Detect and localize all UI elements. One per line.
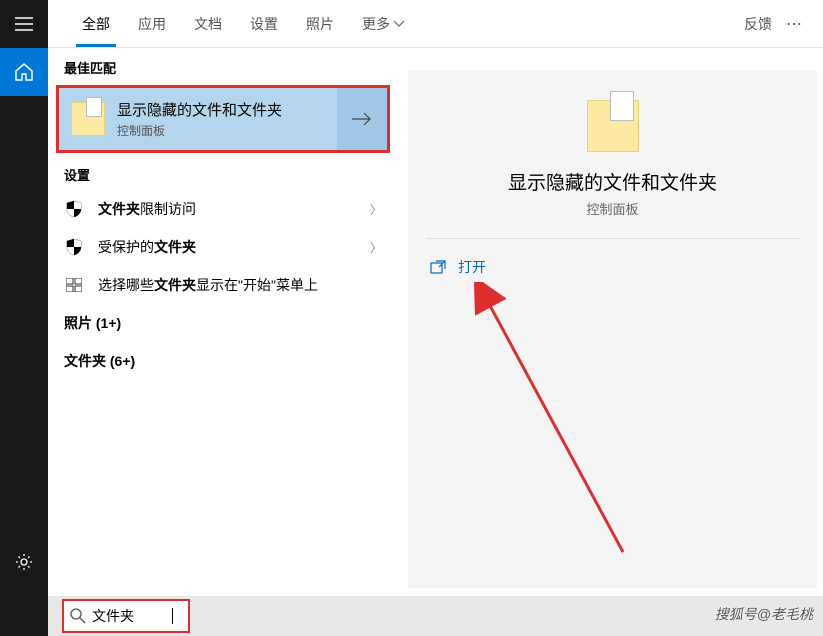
- open-action[interactable]: 打开: [408, 249, 817, 285]
- tab-all[interactable]: 全部: [68, 1, 124, 47]
- search-icon: [70, 608, 86, 624]
- home-button[interactable]: [0, 48, 48, 96]
- setting-label: 选择哪些文件夹显示在"开始"菜单上: [98, 275, 382, 295]
- search-tabs: 全部 应用 文档 设置 照片 更多 反馈 ⋯: [48, 0, 823, 48]
- setting-start-menu-folders[interactable]: 选择哪些文件夹显示在"开始"菜单上: [48, 266, 398, 304]
- tab-settings[interactable]: 设置: [236, 1, 292, 47]
- tab-more-label: 更多: [362, 14, 390, 34]
- setting-folder-restrict-access[interactable]: 文件夹限制访问 〉: [48, 190, 398, 228]
- search-box[interactable]: [62, 599, 190, 633]
- best-match-subtitle: 控制面板: [117, 122, 337, 139]
- setting-label: 受保护的文件夹: [98, 237, 370, 257]
- feedback-link[interactable]: 反馈: [744, 14, 772, 34]
- category-photos[interactable]: 照片 (1+): [48, 304, 398, 342]
- open-label: 打开: [458, 257, 486, 277]
- hamburger-button[interactable]: [0, 0, 48, 48]
- search-input[interactable]: [92, 608, 172, 624]
- settings-gear-button[interactable]: [0, 538, 48, 586]
- setting-label: 文件夹限制访问: [98, 199, 370, 219]
- chevron-down-icon: [394, 21, 404, 27]
- best-match-title: 显示隐藏的文件和文件夹: [117, 99, 337, 120]
- best-match-header: 最佳匹配: [48, 48, 398, 83]
- tab-more[interactable]: 更多: [348, 1, 418, 47]
- folder-options-icon: [71, 102, 105, 136]
- grid-icon: [64, 278, 84, 292]
- search-bar: [48, 596, 823, 636]
- preview-title: 显示隐藏的文件和文件夹: [408, 168, 817, 195]
- shield-icon: [64, 200, 84, 218]
- preview-panel: 显示隐藏的文件和文件夹 控制面板 打开: [408, 70, 817, 588]
- setting-protected-folders[interactable]: 受保护的文件夹 〉: [48, 228, 398, 266]
- tab-apps[interactable]: 应用: [124, 1, 180, 47]
- best-match-result[interactable]: 显示隐藏的文件和文件夹 控制面板: [56, 85, 390, 153]
- arrow-right-icon: [352, 112, 372, 126]
- settings-header: 设置: [48, 155, 398, 190]
- more-options-button[interactable]: ⋯: [786, 14, 803, 34]
- divider: [426, 238, 799, 239]
- results-panel: 最佳匹配 显示隐藏的文件和文件夹 控制面板 设置 文件夹限制访问 〉 受保护的文…: [48, 48, 398, 596]
- tab-photos[interactable]: 照片: [292, 1, 348, 47]
- tab-docs[interactable]: 文档: [180, 1, 236, 47]
- watermark: 搜狐号@老毛桃: [715, 604, 813, 624]
- text-caret: [172, 608, 173, 624]
- preview-folder-icon: [587, 100, 639, 152]
- shield-icon: [64, 238, 84, 256]
- preview-subtitle: 控制面板: [408, 199, 817, 218]
- category-folders[interactable]: 文件夹 (6+): [48, 342, 398, 380]
- chevron-right-icon: 〉: [370, 239, 382, 256]
- best-match-expand-button[interactable]: [337, 88, 387, 150]
- chevron-right-icon: 〉: [370, 201, 382, 218]
- open-icon: [430, 260, 446, 274]
